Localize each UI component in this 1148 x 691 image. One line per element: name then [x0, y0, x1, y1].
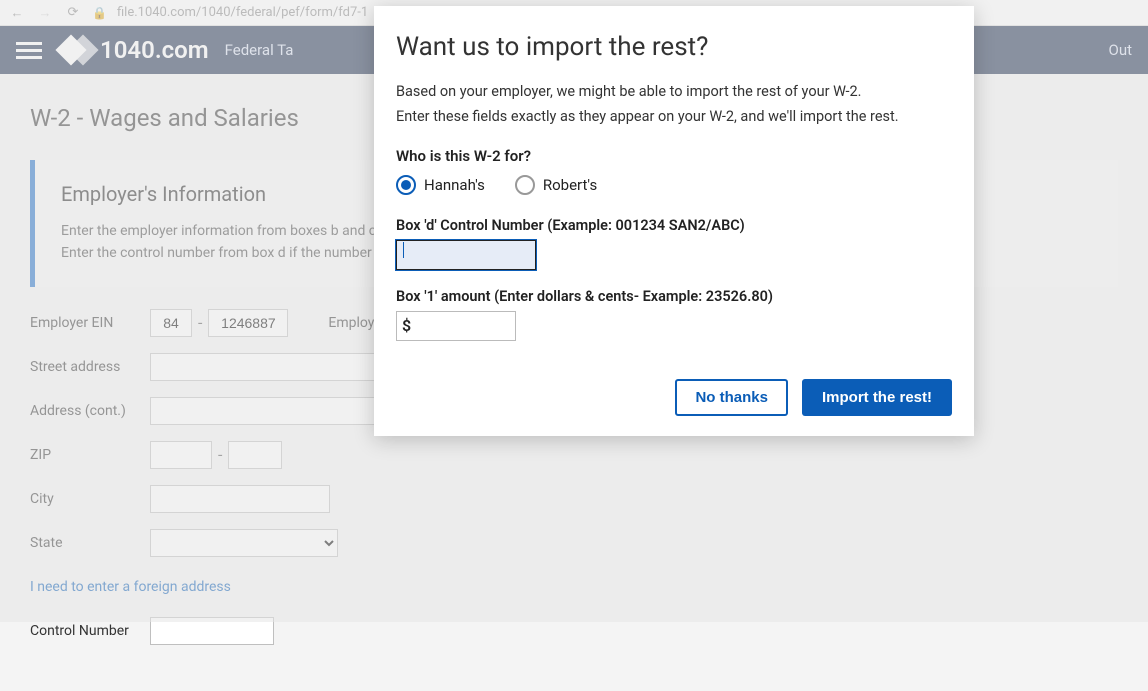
who-label: Who is this W-2 for? — [396, 147, 952, 165]
radio-icon — [515, 175, 535, 195]
who-radio-group: Hannah's Robert's — [396, 175, 952, 195]
control-number-label: Control Number — [30, 623, 150, 639]
modal-actions: No thanks Import the rest! — [396, 379, 952, 416]
radio-hannah[interactable]: Hannah's — [396, 175, 485, 195]
radio-hannah-label: Hannah's — [424, 176, 485, 194]
box-d-label: Box 'd' Control Number (Example: 001234 … — [396, 217, 952, 234]
modal-title: Want us to import the rest? — [396, 32, 952, 62]
box-1-label: Box '1' amount (Enter dollars & cents- E… — [396, 288, 952, 305]
radio-robert-label: Robert's — [543, 176, 597, 194]
radio-icon — [396, 175, 416, 195]
modal-description: Based on your employer, we might be able… — [396, 80, 952, 129]
import-modal: Want us to import the rest? Based on you… — [374, 6, 974, 436]
dollar-icon: $ — [402, 316, 411, 335]
box-d-input[interactable] — [396, 240, 536, 270]
radio-robert[interactable]: Robert's — [515, 175, 597, 195]
box-1-input[interactable] — [396, 311, 516, 341]
import-button[interactable]: Import the rest! — [802, 379, 952, 416]
no-thanks-button[interactable]: No thanks — [675, 379, 788, 416]
